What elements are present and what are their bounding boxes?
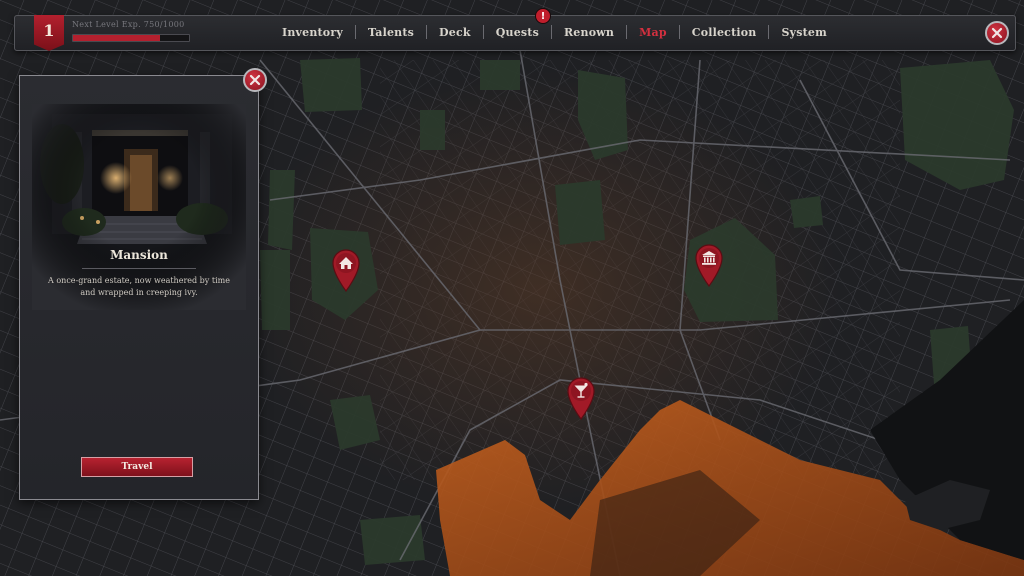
close-icon bbox=[991, 27, 1003, 39]
tab-deck[interactable]: Deck bbox=[427, 26, 483, 39]
level-number: 1 bbox=[43, 21, 55, 40]
tab-map[interactable]: Map bbox=[627, 26, 679, 39]
title-divider bbox=[82, 268, 196, 269]
tab-quests[interactable]: Quests bbox=[484, 26, 551, 39]
map-marker-temple[interactable] bbox=[694, 243, 724, 287]
exp-progress-bar bbox=[72, 34, 190, 42]
close-panel-button[interactable] bbox=[243, 68, 267, 92]
location-panel: Mansion A once-grand estate, now weather… bbox=[19, 75, 259, 500]
tab-collection[interactable]: Collection bbox=[680, 26, 769, 39]
main-nav: Inventory Talents Deck Quests Renown Map… bbox=[270, 15, 839, 49]
tab-renown[interactable]: Renown bbox=[552, 26, 626, 39]
level-badge: 1 bbox=[34, 15, 64, 51]
exp-progress-fill bbox=[73, 35, 160, 41]
close-menu-button[interactable] bbox=[985, 21, 1009, 45]
travel-button[interactable]: Travel bbox=[81, 457, 193, 477]
map-marker-mansion[interactable] bbox=[331, 248, 361, 292]
location-title: Mansion bbox=[110, 248, 168, 262]
tab-inventory[interactable]: Inventory bbox=[270, 26, 355, 39]
location-description: A once-grand estate, now weathered by ti… bbox=[48, 276, 230, 297]
travel-button-label: Travel bbox=[121, 462, 153, 472]
exp-label: Next Level Exp. 750/1000 bbox=[72, 20, 185, 29]
tab-talents[interactable]: Talents bbox=[356, 26, 426, 39]
map-marker-bar[interactable] bbox=[566, 376, 596, 420]
tab-system[interactable]: System bbox=[769, 26, 838, 39]
close-icon bbox=[249, 74, 261, 86]
